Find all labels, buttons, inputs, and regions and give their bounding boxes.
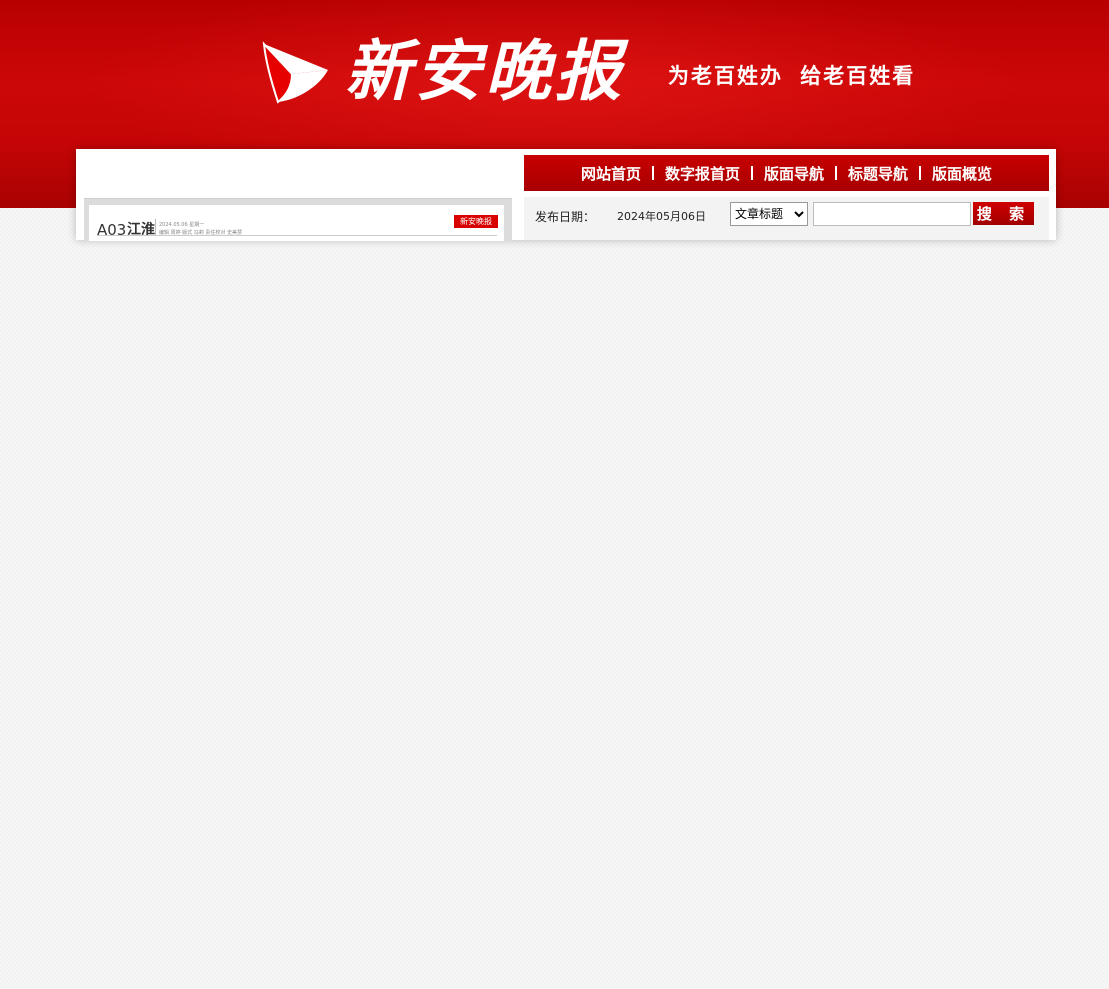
logo-text: 新安晚报: [345, 32, 625, 110]
slogan: 为老百姓办 给老百姓看: [668, 63, 916, 88]
page-section: 江淮: [127, 222, 155, 238]
page-header-divider: [155, 219, 156, 235]
logo-icon: [262, 41, 328, 104]
nav-digital-home[interactable]: 数字报首页: [654, 163, 751, 184]
page-corner-logo: 新安晚报: [454, 215, 498, 228]
search-input[interactable]: [813, 202, 971, 226]
nav-title-navigation[interactable]: 标题导航: [837, 163, 919, 184]
search-bar: 发布日期： 2024年05月06日 文章标题 搜 索: [524, 197, 1049, 240]
nav-website-home[interactable]: 网站首页: [570, 163, 652, 184]
newspaper-page-frame: A03 江淮 2024.05.06 星期一 编辑 周婷 版式 冯莉 责任校对 史…: [84, 198, 512, 241]
publish-date-label: 发布日期：: [535, 210, 596, 224]
nav-page-navigation[interactable]: 版面导航: [753, 163, 835, 184]
publish-date-value: 2024年05月06日: [617, 210, 706, 223]
nav-page-overview[interactable]: 版面概览: [921, 163, 1003, 184]
page-header-rule: [97, 235, 497, 236]
newspaper-page-image[interactable]: A03 江淮 2024.05.06 星期一 编辑 周婷 版式 冯莉 责任校对 史…: [89, 205, 504, 241]
top-nav: 网站首页 数字报首页 版面导航 标题导航 版面概览: [524, 155, 1049, 191]
page-code: A03: [97, 221, 127, 239]
main-container: 网站首页 数字报首页 版面导航 标题导航 版面概览 发布日期： 2024年05月…: [76, 149, 1056, 241]
search-button[interactable]: 搜 索: [973, 202, 1034, 225]
page-date-line: 2024.05.06 星期一: [159, 222, 205, 228]
search-field-select[interactable]: 文章标题: [730, 202, 808, 226]
